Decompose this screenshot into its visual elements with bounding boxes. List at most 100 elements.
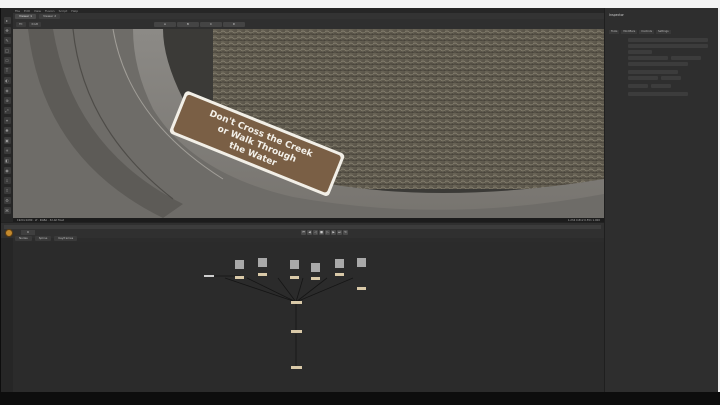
tracker-icon[interactable]: ⌖ (3, 117, 11, 124)
node[interactable] (258, 273, 267, 276)
node-thumbnail[interactable] (311, 263, 320, 272)
step-back-icon[interactable]: ◀ (307, 230, 312, 235)
text-icon[interactable]: T (3, 67, 11, 74)
loop-icon[interactable]: ↻ (343, 230, 348, 235)
tab-spline[interactable]: Spline (34, 236, 52, 241)
play-icon[interactable]: ▷ (325, 230, 330, 235)
tab-viewer-2[interactable]: Viewer 2 (39, 13, 61, 19)
go-to-start-icon[interactable]: ⏮ (301, 230, 306, 235)
inspector-panel: Inspector Tools Modifiers Controls Setti… (604, 8, 718, 392)
play-reverse-icon[interactable]: ◁ (313, 230, 318, 235)
menu-fusion[interactable]: Fusion (45, 9, 55, 13)
light-icon[interactable]: ☀ (3, 147, 11, 154)
camera-icon[interactable]: ◧ (3, 157, 11, 164)
timeline-panel: 0 ⏮ ◀ ◁ ■ ▷ ▶ ⏭ ↻ (1, 222, 604, 238)
menu-view[interactable]: View (34, 9, 41, 13)
go-to-end-icon[interactable]: ⏭ (337, 230, 342, 235)
tab-viewer-1[interactable]: Viewer 1 (15, 13, 37, 19)
inspector-field[interactable] (628, 56, 668, 60)
node[interactable] (357, 287, 366, 290)
inspector-field[interactable] (628, 70, 678, 74)
node[interactable] (290, 276, 299, 279)
blur-icon[interactable]: ◐ (3, 77, 11, 84)
settings-icon[interactable]: ⚙ (3, 197, 11, 204)
node-thumbnail[interactable] (357, 258, 366, 267)
viewer-button-group: A B C D (154, 21, 245, 27)
inspector-field[interactable] (628, 44, 708, 48)
inspector-row (609, 76, 681, 80)
time-ruler[interactable] (4, 225, 601, 229)
viewer-button-a[interactable]: A (154, 21, 176, 27)
inspector-row (609, 70, 678, 74)
inspector-field[interactable] (651, 84, 671, 88)
channel-mode-dropdown[interactable]: RGB (28, 21, 41, 27)
menu-edit[interactable]: Edit (24, 9, 30, 13)
inspector-row (609, 38, 708, 42)
mask-icon[interactable]: ◯ (3, 47, 11, 54)
inspector-row (609, 92, 688, 96)
inspector-field[interactable] (628, 92, 688, 96)
viewer-button-b[interactable]: B (177, 21, 199, 27)
polygon-icon[interactable]: ⬠ (3, 57, 11, 64)
tab-settings[interactable]: Settings (655, 30, 671, 34)
inspector-field[interactable] (628, 62, 688, 66)
node-thumbnail[interactable] (258, 258, 267, 267)
inspector-row (609, 62, 688, 66)
loader-icon[interactable]: ⇩ (3, 177, 11, 184)
merge-icon[interactable]: ⊕ (3, 97, 11, 104)
current-frame-field[interactable]: 0 (21, 230, 35, 235)
node-thumbnail[interactable] (235, 260, 244, 269)
node[interactable] (235, 276, 244, 279)
node-graph[interactable] (13, 242, 604, 392)
3d-icon[interactable]: ▣ (3, 137, 11, 144)
color-icon[interactable]: ◈ (3, 87, 11, 94)
inspector-tabs: Tools Modifiers Controls Settings (609, 30, 671, 34)
node[interactable] (204, 275, 214, 277)
menu-help[interactable]: Help (71, 9, 78, 13)
saver-node[interactable] (291, 366, 302, 369)
node-editor-tabs: Nodes Spline Keyframes (15, 236, 78, 241)
transform-icon[interactable]: ⤢ (3, 107, 11, 114)
paint-icon[interactable]: ✎ (3, 37, 11, 44)
node-thumbnail[interactable] (335, 259, 344, 268)
render-icon[interactable]: ◉ (3, 167, 11, 174)
playback-controls: ⏮ ◀ ◁ ■ ▷ ▶ ⏭ ↻ (301, 230, 348, 235)
tab-tools[interactable]: Tools (609, 30, 620, 34)
inspector-field[interactable] (628, 38, 708, 42)
viewer-image: Don't Cross the Creek or Walk Through th… (13, 29, 604, 218)
menu-script[interactable]: Script (59, 9, 68, 13)
tab-nodes[interactable]: Nodes (15, 236, 32, 241)
merge-node[interactable] (291, 301, 302, 304)
tab-keyframes[interactable]: Keyframes (54, 236, 78, 241)
inspector-field[interactable] (628, 76, 658, 80)
tab-controls[interactable]: Controls (639, 30, 654, 34)
particles-icon[interactable]: ✺ (3, 127, 11, 134)
node[interactable] (291, 330, 302, 333)
image-viewer[interactable]: Don't Cross the Creek or Walk Through th… (13, 29, 604, 218)
inspector-field[interactable] (628, 50, 652, 54)
node[interactable] (311, 277, 320, 280)
inspector-field[interactable] (671, 56, 701, 60)
script-icon[interactable]: ⌘ (3, 207, 11, 214)
step-forward-icon[interactable]: ▶ (331, 230, 336, 235)
inspector-row (609, 84, 671, 88)
stop-icon[interactable]: ■ (319, 230, 324, 235)
viewer-button-d[interactable]: D (223, 21, 245, 27)
node[interactable] (335, 273, 344, 276)
loader-nodes (204, 258, 366, 290)
inspector-field[interactable] (661, 76, 681, 80)
node-thumbnail[interactable] (290, 260, 299, 269)
saver-icon[interactable]: ⇧ (3, 187, 11, 194)
viewer-toolbar: Fit RGB A B C D (13, 19, 604, 29)
inspector-title: Inspector (609, 13, 624, 17)
inspector-field[interactable] (628, 84, 648, 88)
render-indicator-icon[interactable] (5, 229, 13, 237)
zoom-dropdown[interactable]: Fit (16, 21, 26, 27)
node-editor-sidebar (1, 238, 13, 392)
move-icon[interactable]: ✥ (3, 27, 11, 34)
menu-file[interactable]: File (15, 9, 20, 13)
pointer-icon[interactable]: ▸ (3, 17, 11, 24)
tab-modifiers[interactable]: Modifiers (621, 30, 638, 34)
node-graph-canvas[interactable] (13, 242, 604, 392)
viewer-button-c[interactable]: C (200, 21, 222, 27)
